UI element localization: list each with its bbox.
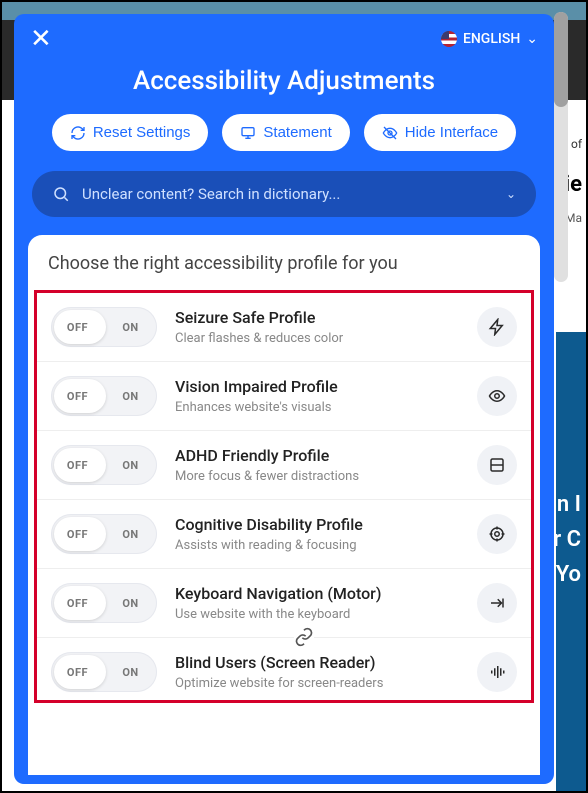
- refresh-icon: [70, 125, 86, 141]
- toggle-on-label: ON: [104, 666, 157, 679]
- toggle-blind-users[interactable]: OFF ON: [51, 652, 157, 692]
- hide-label: Hide Interface: [405, 124, 498, 141]
- reset-settings-button[interactable]: Reset Settings: [52, 114, 209, 151]
- search-icon: [52, 185, 70, 203]
- bg-side-text-1: n I: [557, 492, 581, 517]
- toggle-on-label: ON: [104, 597, 157, 610]
- dictionary-search[interactable]: Unclear content? Search in dictionary...…: [32, 171, 536, 217]
- profile-desc: Clear flashes & reduces color: [175, 331, 459, 346]
- scrollbar-thumb[interactable]: [554, 12, 568, 107]
- profile-row-blind-users: OFF ON Blind Users (Screen Reader) Optim…: [37, 638, 531, 700]
- toggle-seizure-safe[interactable]: OFF ON: [51, 307, 157, 347]
- bg-side-text-3: Yo: [556, 562, 581, 587]
- toggle-vision-impaired[interactable]: OFF ON: [51, 376, 157, 416]
- eye-off-icon: [382, 125, 398, 141]
- target-icon: [477, 514, 517, 554]
- bg-side-text-2: r C: [553, 527, 581, 552]
- chevron-down-icon: ⌄: [506, 187, 516, 201]
- language-selector[interactable]: ENGLISH ⌄: [441, 31, 538, 47]
- profile-row-vision-impaired: OFF ON Vision Impaired Profile Enhances …: [37, 362, 531, 431]
- us-flag-icon: [441, 31, 457, 47]
- toggle-cognitive[interactable]: OFF ON: [51, 514, 157, 554]
- profiles-card: Choose the right accessibility profile f…: [28, 235, 540, 775]
- profile-desc: Assists with reading & focusing: [175, 538, 459, 553]
- statement-label: Statement: [263, 124, 331, 141]
- toggle-on-label: ON: [104, 528, 157, 541]
- search-placeholder: Unclear content? Search in dictionary...: [82, 185, 494, 203]
- profile-desc: More focus & fewer distractions: [175, 469, 459, 484]
- toggle-off-label: OFF: [51, 528, 104, 541]
- profile-desc: Optimize website for screen-readers: [175, 676, 459, 691]
- profiles-highlight-box: OFF ON Seizure Safe Profile Clear flashe…: [34, 290, 534, 703]
- toggle-off-label: OFF: [51, 390, 104, 403]
- profile-row-cognitive: OFF ON Cognitive Disability Profile Assi…: [37, 500, 531, 569]
- toggle-off-label: OFF: [51, 597, 104, 610]
- profile-row-keyboard: OFF ON Keyboard Navigation (Motor) Use w…: [37, 569, 531, 638]
- toggle-adhd[interactable]: OFF ON: [51, 445, 157, 485]
- profile-name: Cognitive Disability Profile: [175, 515, 459, 534]
- profile-desc: Enhances website's visuals: [175, 400, 459, 415]
- toggle-off-label: OFF: [51, 321, 104, 334]
- bg-text-of: of: [571, 137, 582, 151]
- profile-name: Seizure Safe Profile: [175, 308, 459, 327]
- focus-frame-icon: [477, 445, 517, 485]
- profile-row-adhd: OFF ON ADHD Friendly Profile More focus …: [37, 431, 531, 500]
- card-title: Choose the right accessibility profile f…: [28, 253, 540, 290]
- panel-title: Accessibility Adjustments: [14, 60, 554, 114]
- link-icon: [294, 627, 314, 647]
- reset-label: Reset Settings: [93, 124, 191, 141]
- statement-icon: [240, 125, 256, 141]
- close-button[interactable]: ✕: [30, 26, 52, 52]
- chevron-down-icon: ⌄: [526, 31, 538, 47]
- profile-name: Blind Users (Screen Reader): [175, 653, 459, 672]
- toggle-on-label: ON: [104, 390, 157, 403]
- toggle-off-label: OFF: [51, 666, 104, 679]
- statement-button[interactable]: Statement: [222, 114, 349, 151]
- toggle-keyboard[interactable]: OFF ON: [51, 583, 157, 623]
- profile-name: ADHD Friendly Profile: [175, 446, 459, 465]
- profile-desc: Use website with the keyboard: [175, 607, 459, 622]
- audio-bars-icon: [477, 652, 517, 692]
- profile-name: Vision Impaired Profile: [175, 377, 459, 396]
- toggle-on-label: ON: [104, 459, 157, 472]
- eye-icon: [477, 376, 517, 416]
- bolt-icon: [477, 307, 517, 347]
- hide-interface-button[interactable]: Hide Interface: [364, 114, 516, 151]
- toggle-off-label: OFF: [51, 459, 104, 472]
- profile-row-seizure-safe: OFF ON Seizure Safe Profile Clear flashe…: [37, 293, 531, 362]
- accessibility-panel: ✕ ENGLISH ⌄ Accessibility Adjustments Re…: [14, 14, 554, 784]
- language-label: ENGLISH: [463, 31, 520, 47]
- profile-name: Keyboard Navigation (Motor): [175, 584, 459, 603]
- tab-arrow-icon: [477, 583, 517, 623]
- toggle-on-label: ON: [104, 321, 157, 334]
